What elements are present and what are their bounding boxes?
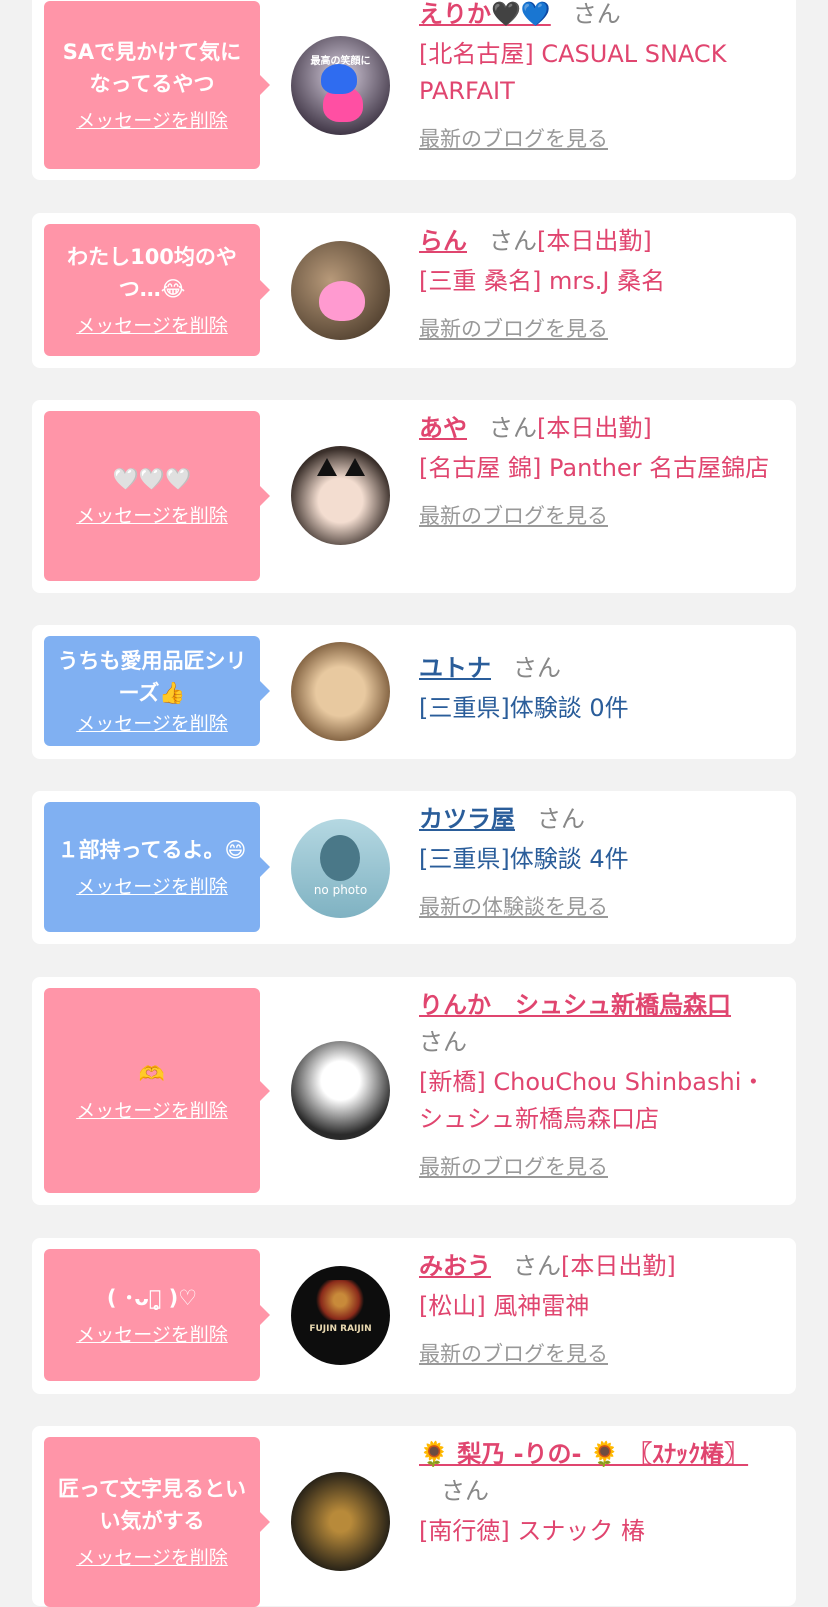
delete-message-link[interactable]: メッセージを削除 [76,313,228,339]
latest-blog-link[interactable]: 最新のブログを見る [419,500,608,530]
latest-blog-link[interactable]: 最新のブログを見る [419,313,608,343]
user-name-link[interactable]: ユトナ [419,654,491,682]
latest-blog-link[interactable]: 最新のブログを見る [419,1338,608,1368]
avatar-caption: FUJIN RAIJIN [309,1324,372,1334]
on-duty-badge: [本日出勤] [537,414,652,442]
silhouette-icon [320,835,360,881]
message-text: 🤍🤍🤍 [112,467,192,491]
shop-info: [松山] 風神雷神 [419,1292,590,1320]
latest-blog-link[interactable]: 最新のブログを見る [419,123,608,153]
shop-info: [北名古屋] CASUAL SNACK PARFAIT [419,40,727,105]
message-text: １部持ってるよ。😄 [57,838,247,862]
message-text: ( ･ᴗ･̥̥̥ )♡ [106,1286,198,1310]
delete-message-link[interactable]: メッセージを削除 [76,1322,228,1348]
honorific: さん [513,654,561,682]
on-duty-badge: [本日出勤] [537,227,652,255]
list-item: SAで見かけて気になってるやつ メッセージを削除 最高の笑顔に えりか🖤💙 さん … [32,0,796,180]
user-name-link[interactable]: カツラ屋 [419,805,515,833]
girl-name-link[interactable]: らん [419,227,467,255]
avatar[interactable]: 最高の笑顔に [291,36,390,135]
message-list: SAで見かけて気になってるやつ メッセージを削除 最高の笑顔に えりか🖤💙 さん … [0,0,828,1607]
list-item: 🫶 メッセージを削除 りんか シュシュ新橋烏森口 さん [新橋] ChouCho… [32,977,796,1205]
message-bubble: わたし100均のやつ…😂 メッセージを削除 [44,224,270,356]
list-item: わたし100均のやつ…😂 メッセージを削除 らん さん[本日出勤] [三重 桑名]… [32,213,796,368]
avatar[interactable]: no photo [291,819,390,918]
message-bubble: １部持ってるよ。😄 メッセージを削除 [44,802,270,932]
logo-emblem-icon [315,1280,365,1320]
message-text: 匠って文字見るといい気がする [58,1477,246,1533]
message-text: うちも愛用品匠シリーズ👍 [57,649,247,705]
honorific: さん [537,805,585,833]
delete-message-link[interactable]: メッセージを削除 [76,874,228,900]
message-bubble: うちも愛用品匠シリーズ👍 メッセージを削除 [44,636,270,746]
honorific: さん [572,0,621,28]
on-duty-badge: [本日出勤] [561,1252,676,1280]
list-item: うちも愛用品匠シリーズ👍 メッセージを削除 ユトナ さん [三重県]体験談 0件 [32,625,796,759]
girl-name-link[interactable]: 🌻 梨乃 -りの- 🌻 〖ｽﾅｯｸ椿〗 [419,1440,748,1468]
message-bubble: ( ･ᴗ･̥̥̥ )♡ メッセージを削除 [44,1249,270,1381]
message-bubble: 匠って文字見るといい気がする メッセージを削除 [44,1437,270,1607]
cat-ears-icon [317,458,337,476]
list-item: ( ･ᴗ･̥̥̥ )♡ メッセージを削除 FUJIN RAIJIN みおう さん[… [32,1238,796,1394]
honorific: さん [419,1028,467,1056]
shop-info: [名古屋 錦] Panther 名古屋錦店 [419,454,770,482]
honorific: さん [489,227,537,255]
delete-message-link[interactable]: メッセージを削除 [76,1098,228,1124]
heart-sticker-icon [319,281,365,321]
message-bubble: 🤍🤍🤍 メッセージを削除 [44,411,270,581]
girl-name-link[interactable]: あや [419,414,467,442]
list-item: １部持ってるよ。😄 メッセージを削除 no photo カツラ屋 さん [三重県]… [32,791,796,944]
delete-message-link[interactable]: メッセージを削除 [76,503,228,529]
avatar[interactable] [291,446,390,545]
delete-message-link[interactable]: メッセージを削除 [76,108,228,134]
girl-name-link[interactable]: みおう [419,1252,491,1280]
list-item: 🤍🤍🤍 メッセージを削除 あや さん[本日出勤] [名古屋 錦] Panther … [32,400,796,593]
latest-review-link[interactable]: 最新の体験談を見る [419,891,608,921]
review-count: [三重県]体験談 0件 [419,694,629,722]
review-count: [三重県]体験談 4件 [419,845,629,873]
honorific: さん [441,1477,489,1505]
shop-info: [三重 桑名] mrs.J 桑名 [419,267,666,295]
avatar[interactable] [291,642,390,741]
delete-message-link[interactable]: メッセージを削除 [76,711,228,737]
message-text: 🫶 [138,1061,166,1086]
avatar[interactable] [291,1041,390,1140]
message-text: SAで見かけて気になってるやつ [62,40,242,96]
delete-message-link[interactable]: メッセージを削除 [76,1545,228,1571]
avatar[interactable] [291,241,390,340]
honorific: さん [513,1252,561,1280]
girl-name-link[interactable]: りんか シュシュ新橋烏森口 [419,991,731,1019]
avatar-caption: no photo [313,883,368,897]
honorific: さん [489,414,537,442]
shop-info: [新橋] ChouChou Shinbashi・シュシュ新橋烏森口店 [419,1068,766,1133]
message-text: わたし100均のやつ…😂 [67,245,237,301]
latest-blog-link[interactable]: 最新のブログを見る [419,1151,608,1181]
avatar[interactable] [291,1472,390,1571]
blue-heart-sticker-icon [321,64,357,94]
list-item: 匠って文字見るといい気がする メッセージを削除 🌻 梨乃 -りの- 🌻 〖ｽﾅｯ… [32,1426,796,1607]
avatar[interactable]: FUJIN RAIJIN [291,1266,390,1365]
message-bubble: SAで見かけて気になってるやつ メッセージを削除 [44,1,270,169]
shop-info: [南行徳] スナック 椿 [419,1517,645,1545]
girl-name-link[interactable]: えりか🖤💙 [419,0,551,28]
cat-ears-icon [345,458,365,476]
message-bubble: 🫶 メッセージを削除 [44,988,270,1193]
